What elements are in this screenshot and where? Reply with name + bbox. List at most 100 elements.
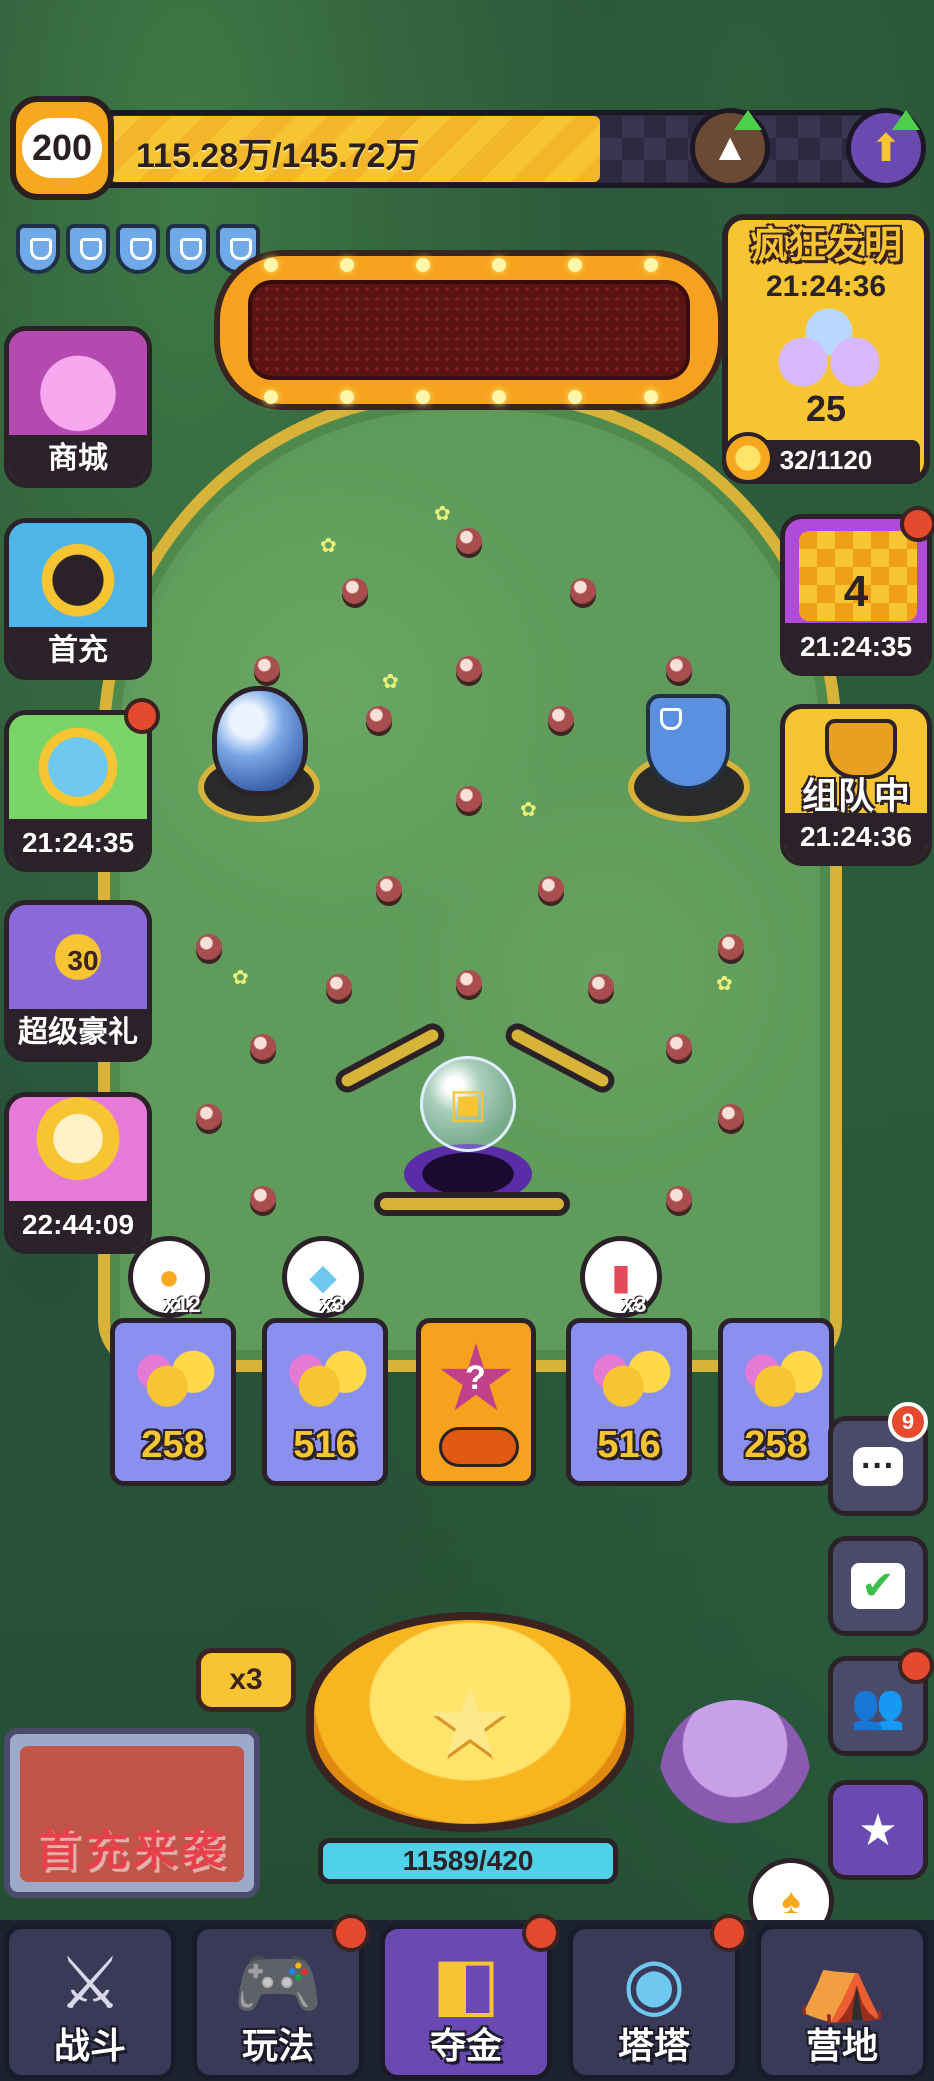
notification-dot bbox=[332, 1914, 370, 1952]
crossed-swords-icon: ⚔ bbox=[57, 1944, 123, 2024]
bin-value: 516 bbox=[597, 1424, 661, 1466]
nav-tower[interactable]: ◉ 塔塔 bbox=[568, 1924, 740, 2080]
peg bbox=[538, 876, 564, 902]
cupcake-event-timer: 22:44:09 bbox=[9, 1201, 147, 1249]
bin-value: 258 bbox=[141, 1424, 205, 1466]
peg bbox=[456, 786, 482, 812]
coin-pile-icon bbox=[741, 1343, 827, 1415]
pet-button[interactable]: ★ bbox=[828, 1780, 928, 1880]
flower-decoration: ✿ bbox=[232, 967, 249, 989]
marquee-bulb bbox=[492, 390, 506, 404]
nav-modes-label: 玩法 bbox=[241, 2025, 314, 2066]
tent-icon: ⛺ bbox=[797, 1944, 887, 2024]
peg bbox=[250, 1186, 276, 1212]
invention-timer: 21:24:36 bbox=[765, 270, 887, 303]
battery-multiplier-bubble: ▮ bbox=[580, 1236, 662, 1318]
ticket-multiplier-text: x3 bbox=[320, 1292, 345, 1317]
coin-pile-icon bbox=[589, 1343, 675, 1415]
shield-icon bbox=[16, 224, 60, 274]
invention-count: 25 bbox=[805, 388, 847, 429]
marquee-bulb bbox=[416, 258, 430, 272]
marquee-bulb bbox=[340, 258, 354, 272]
energy-counter: 11589/420 bbox=[318, 1838, 618, 1884]
marquee-display bbox=[214, 250, 724, 410]
team-event-timer: 21:24:36 bbox=[785, 813, 927, 861]
nav-gold-rush[interactable]: ◧ 夺金 bbox=[380, 1924, 552, 2080]
marquee-bulb bbox=[644, 258, 658, 272]
multiplier-button[interactable]: x3 bbox=[196, 1648, 296, 1712]
notification-dot bbox=[710, 1914, 748, 1952]
first-recharge-label: 首充 bbox=[9, 627, 147, 675]
bottom-gate-rail bbox=[374, 1192, 570, 1216]
peg bbox=[718, 1104, 744, 1130]
arrow-up-icon bbox=[892, 110, 920, 130]
nav-gold-rush-label: 夺金 bbox=[429, 2025, 502, 2066]
level-badge[interactable]: 200 bbox=[10, 96, 114, 200]
notification-dot bbox=[898, 1648, 934, 1684]
mountain-icon: ▲ bbox=[711, 126, 749, 169]
flower-decoration: ✿ bbox=[434, 503, 451, 525]
star-icon: ★ bbox=[426, 1669, 514, 1776]
peg bbox=[548, 706, 574, 732]
peg bbox=[666, 656, 692, 682]
cat-badge-icon: ★ bbox=[858, 1805, 898, 1855]
marquee-bulb bbox=[492, 258, 506, 272]
launch-button[interactable]: ★ bbox=[306, 1612, 634, 1832]
nav-camp-label: 营地 bbox=[805, 2025, 878, 2066]
shovel-icon: ♠ bbox=[781, 1880, 801, 1921]
shield-icon bbox=[116, 224, 160, 274]
level-number: 200 bbox=[22, 118, 102, 178]
nav-battle[interactable]: ⚔ 战斗 bbox=[4, 1924, 176, 2080]
nav-camp[interactable]: ⛺ 营地 bbox=[756, 1924, 928, 2080]
cupcake-event-button[interactable]: 22:44:09 bbox=[4, 1092, 152, 1254]
ticket-icon bbox=[9, 715, 147, 819]
arrow-up-icon bbox=[734, 110, 762, 130]
shopping-basket-icon bbox=[9, 331, 147, 435]
super-gift-label: 超级豪礼 bbox=[9, 1009, 147, 1057]
first-recharge-button[interactable]: 首充 bbox=[4, 518, 152, 680]
tasks-button[interactable]: ✔ bbox=[828, 1536, 928, 1636]
led-screen bbox=[248, 280, 690, 380]
xp-text: 115.28万/145.72万 bbox=[136, 137, 420, 175]
cupcake-icon bbox=[9, 1097, 147, 1201]
reward-bin: 258 bbox=[718, 1318, 834, 1486]
coin-multiplier-text: x12 bbox=[164, 1292, 201, 1317]
marquee-bulb bbox=[340, 390, 354, 404]
gold-coin-icon bbox=[722, 432, 774, 484]
shield-icon bbox=[166, 224, 210, 274]
team-event-button[interactable]: 组队中 21:24:36 bbox=[780, 704, 932, 866]
peg bbox=[718, 934, 744, 960]
shop-button[interactable]: 商城 bbox=[4, 326, 152, 488]
coin-pile-icon bbox=[285, 1343, 371, 1415]
star-egg-orb bbox=[212, 686, 308, 796]
flower-decoration: ✿ bbox=[382, 671, 399, 693]
peg bbox=[666, 1034, 692, 1060]
reward-bin: 258 bbox=[110, 1318, 236, 1486]
peg bbox=[342, 578, 368, 604]
peg bbox=[366, 706, 392, 732]
nav-battle-label: 战斗 bbox=[53, 2025, 126, 2066]
dice-faces-icon: ◧ bbox=[431, 1944, 501, 2024]
team-status: 组队中 bbox=[801, 775, 910, 816]
ticket-event-timer: 21:24:35 bbox=[9, 819, 147, 867]
shield-icon bbox=[66, 224, 110, 274]
mystery-bin: ? bbox=[416, 1318, 536, 1486]
chat-bubble-icon: ··· bbox=[853, 1446, 903, 1486]
first-recharge-promo-banner[interactable]: 首充来袭 bbox=[4, 1728, 260, 1898]
marquee-bulb bbox=[264, 390, 278, 404]
nav-tower-label: 塔塔 bbox=[617, 2025, 690, 2066]
mushroom-character bbox=[660, 1700, 810, 1850]
chat-badge: 9 bbox=[888, 1402, 928, 1442]
peg bbox=[456, 656, 482, 682]
flower-decoration: ✿ bbox=[520, 799, 537, 821]
flower-decoration: ✿ bbox=[716, 973, 733, 995]
robot-cat-icon: ◉ bbox=[622, 1944, 686, 2024]
marquee-bulb bbox=[644, 390, 658, 404]
super-gift-button[interactable]: 30 超级豪礼 bbox=[4, 900, 152, 1062]
peg bbox=[456, 970, 482, 996]
peg bbox=[196, 934, 222, 960]
notification-dot bbox=[522, 1914, 560, 1952]
reward-bin: 516 bbox=[566, 1318, 692, 1486]
flag-event-timer: 21:24:35 bbox=[785, 623, 927, 671]
ticket-event-button[interactable]: 21:24:35 bbox=[4, 710, 152, 872]
